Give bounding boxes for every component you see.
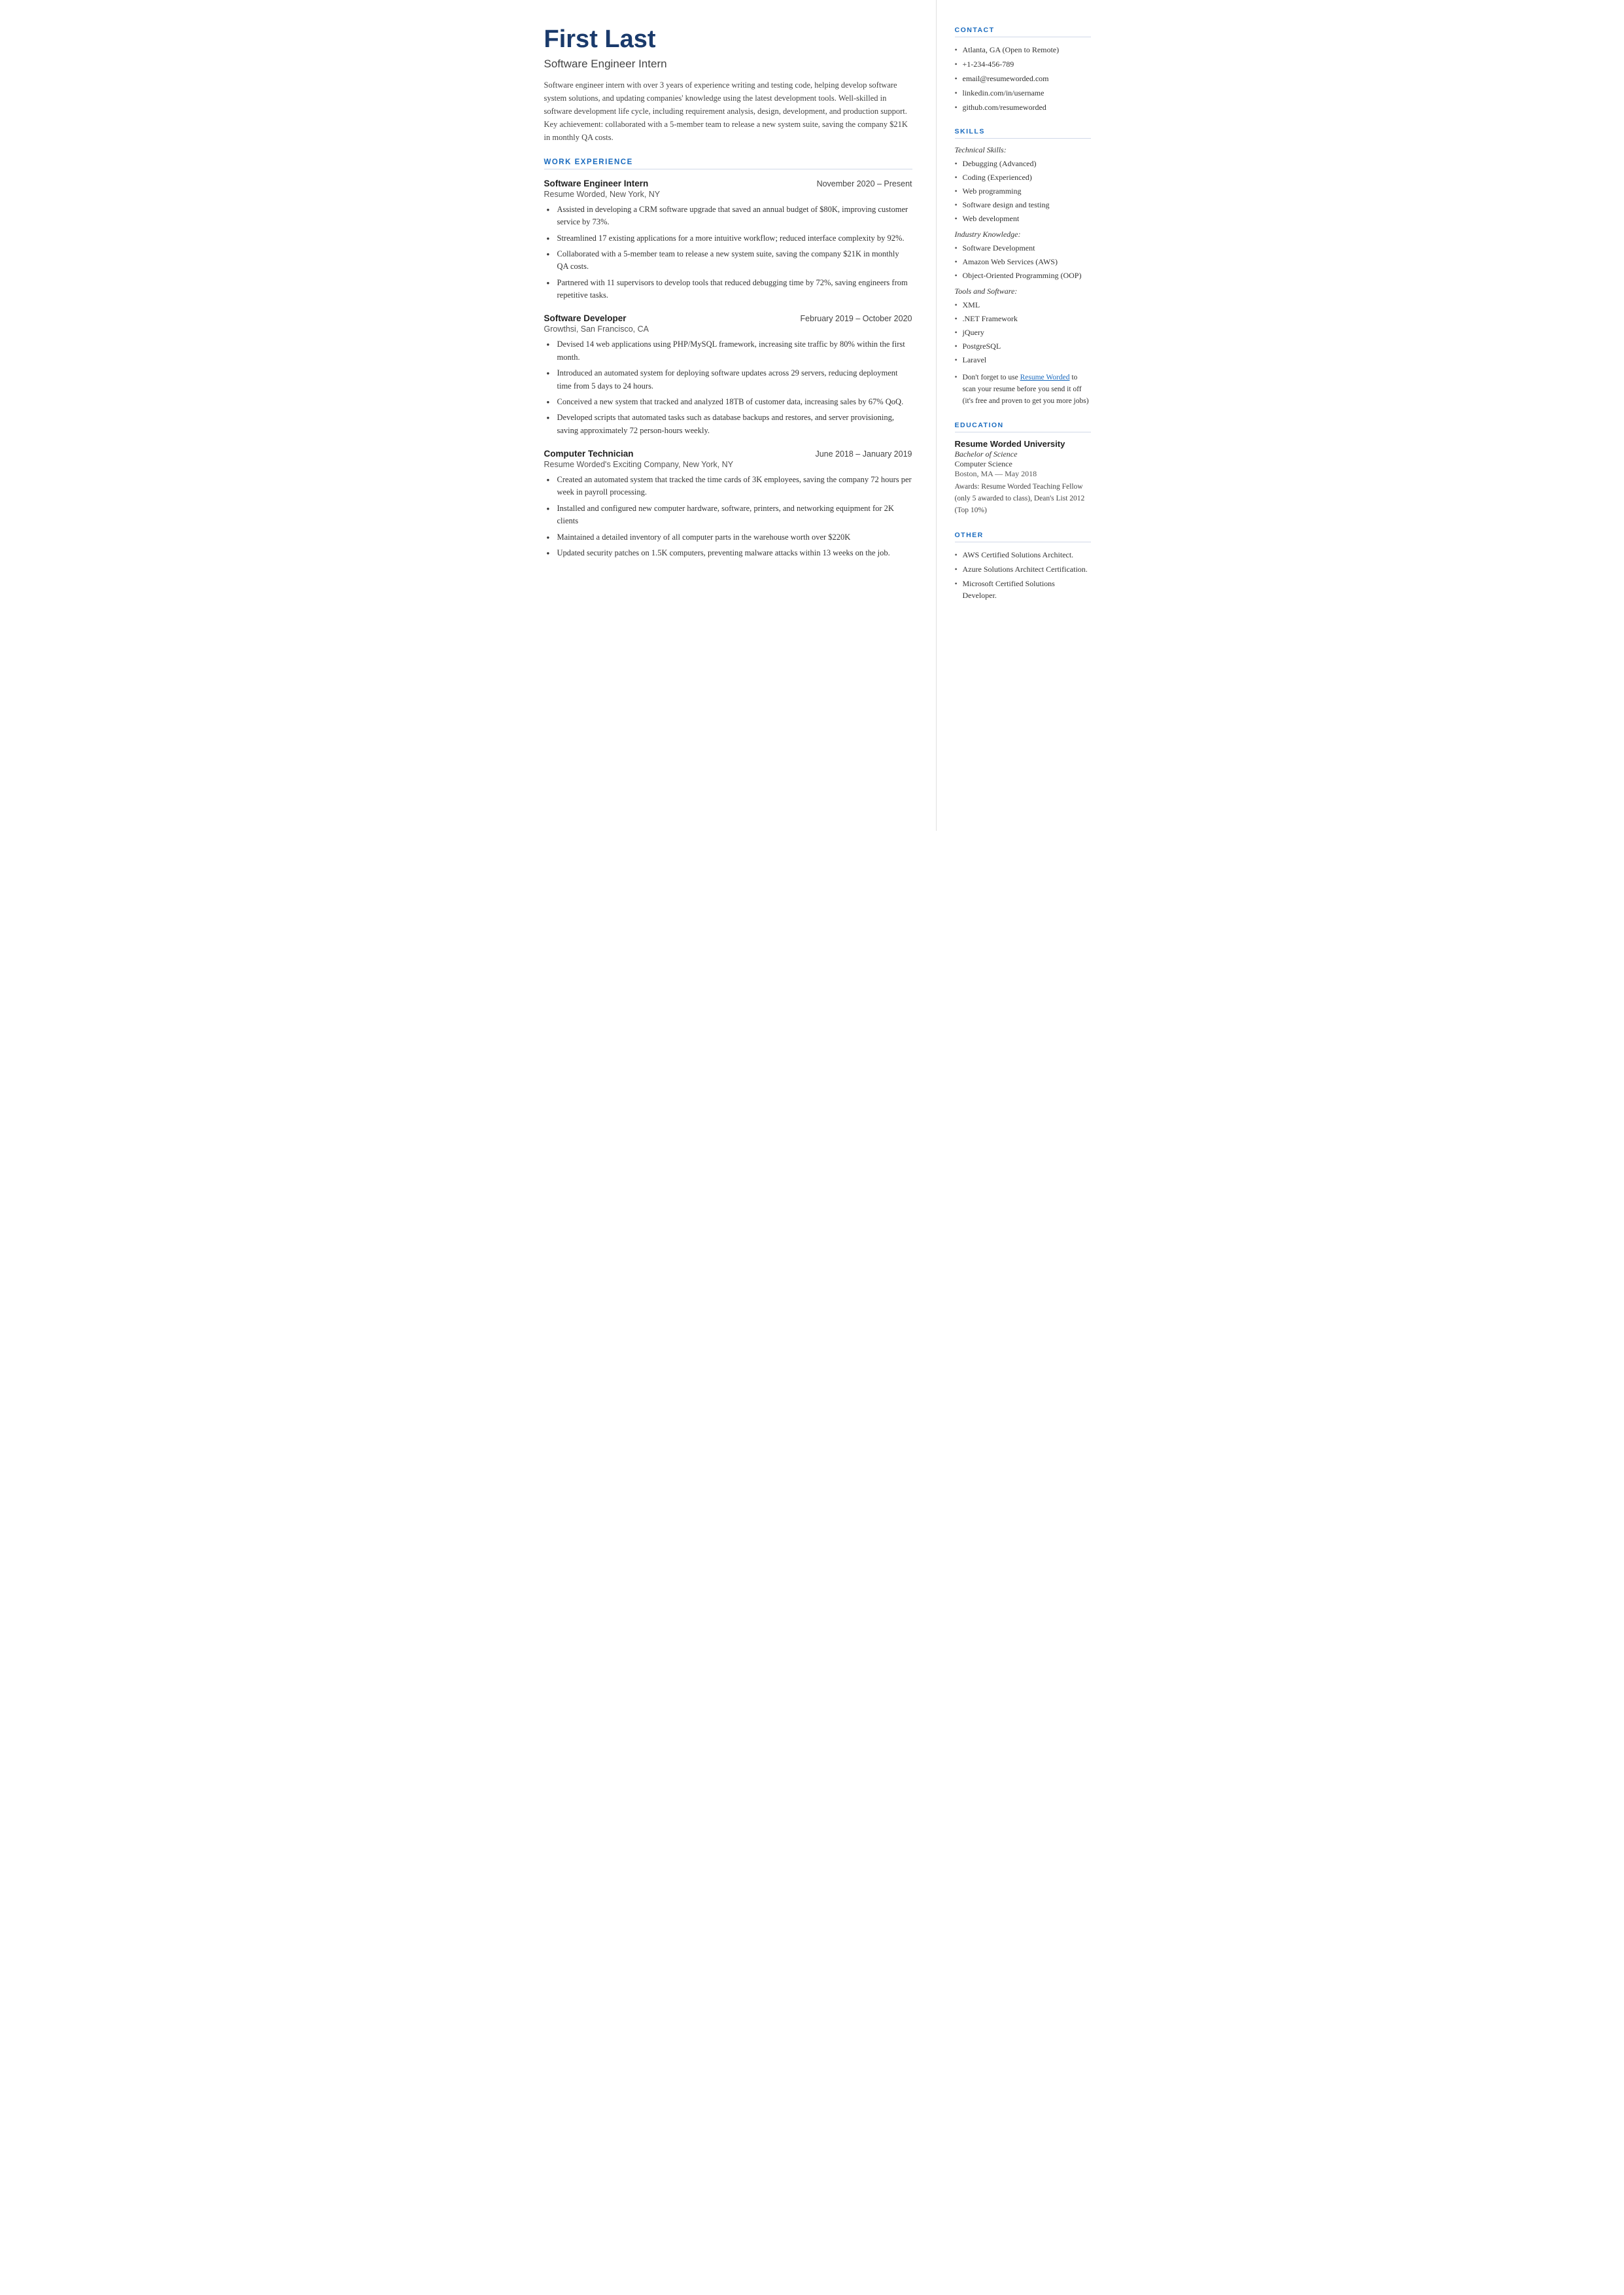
bullet: Collaborated with a 5-member team to rel… [547,248,912,273]
contact-location: Atlanta, GA (Open to Remote) [955,44,1091,56]
bullet: Introduced an automated system for deplo… [547,367,912,393]
work-experience-section: WORK EXPERIENCE Software Engineer Intern… [544,158,912,560]
skills-header: SKILLS [955,128,1091,139]
edu-location: Boston, MA — May 2018 [955,469,1091,479]
contact-email: email@resumeworded.com [955,73,1091,84]
skill-item: Debugging (Advanced) [955,158,1091,169]
bullet: Partnered with 11 supervisors to develop… [547,277,912,302]
contact-header: CONTACT [955,26,1091,37]
bullet: Updated security patches on 1.5K compute… [547,547,912,559]
edu-awards: Awards: Resume Worded Teaching Fellow (o… [955,482,1091,516]
bullet: Maintained a detailed inventory of all c… [547,531,912,544]
job-block-2: Software Developer February 2019 – Octob… [544,313,912,437]
header-section: First Last Software Engineer Intern Soft… [544,26,912,144]
right-column: CONTACT Atlanta, GA (Open to Remote) +1-… [937,0,1107,831]
skill-item: PostgreSQL [955,340,1091,352]
job-dates-3: June 2018 – January 2019 [815,449,912,459]
job-block-3: Computer Technician June 2018 – January … [544,449,912,559]
resume-worded-link[interactable]: Resume Worded [1020,374,1070,381]
left-column: First Last Software Engineer Intern Soft… [518,0,937,831]
job-dates-1: November 2020 – Present [817,179,912,188]
tools-software-label: Tools and Software: [955,287,1091,296]
job-block-1: Software Engineer Intern November 2020 –… [544,179,912,302]
bullet: Installed and configured new computer ha… [547,502,912,528]
education-section: EDUCATION Resume Worded University Bache… [955,421,1091,516]
skill-item: Object-Oriented Programming (OOP) [955,270,1091,281]
job-title-1: Software Engineer Intern [544,179,649,188]
skills-note-text: Don't forget to use [963,374,1020,381]
skill-item: Laravel [955,354,1091,366]
candidate-summary: Software engineer intern with over 3 yea… [544,79,912,144]
other-section: OTHER AWS Certified Solutions Architect.… [955,531,1091,601]
job-title-2: Software Developer [544,313,627,323]
job-title-3: Computer Technician [544,449,634,459]
work-experience-header: WORK EXPERIENCE [544,158,912,169]
other-list: AWS Certified Solutions Architect. Azure… [955,549,1091,601]
industry-knowledge-label: Industry Knowledge: [955,230,1091,239]
job-header-1: Software Engineer Intern November 2020 –… [544,179,912,188]
technical-skills-label: Technical Skills: [955,145,1091,155]
skill-item: Coding (Experienced) [955,171,1091,183]
edu-degree: Bachelor of Science [955,449,1091,459]
skill-item: Software Development [955,242,1091,254]
bullet: Developed scripts that automated tasks s… [547,412,912,437]
skill-item: Software design and testing [955,199,1091,211]
job-header-3: Computer Technician June 2018 – January … [544,449,912,459]
resume-page: First Last Software Engineer Intern Soft… [518,0,1107,831]
edu-field: Computer Science [955,459,1091,469]
edu-school: Resume Worded University [955,439,1091,449]
other-item: Microsoft Certified Solutions Developer. [955,578,1091,601]
contact-phone: +1-234-456-789 [955,58,1091,70]
job-bullets-2: Devised 14 web applications using PHP/My… [544,338,912,437]
other-header: OTHER [955,531,1091,542]
bullet: Conceived a new system that tracked and … [547,396,912,408]
job-bullets-3: Created an automated system that tracked… [544,474,912,559]
bullet: Created an automated system that tracked… [547,474,912,499]
tools-skills-list: XML .NET Framework jQuery PostgreSQL Lar… [955,299,1091,366]
contact-list: Atlanta, GA (Open to Remote) +1-234-456-… [955,44,1091,113]
candidate-name: First Last [544,26,912,54]
skill-item: .NET Framework [955,313,1091,324]
industry-skills-list: Software Development Amazon Web Services… [955,242,1091,281]
job-company-2: Growthsi, San Francisco, CA [544,324,912,334]
skills-section: SKILLS Technical Skills: Debugging (Adva… [955,128,1091,407]
job-company-1: Resume Worded, New York, NY [544,190,912,199]
job-company-3: Resume Worded's Exciting Company, New Yo… [544,460,912,469]
contact-section: CONTACT Atlanta, GA (Open to Remote) +1-… [955,26,1091,113]
job-header-2: Software Developer February 2019 – Octob… [544,313,912,323]
skill-item: Amazon Web Services (AWS) [955,256,1091,268]
bullet: Assisted in developing a CRM software up… [547,203,912,229]
technical-skills-list: Debugging (Advanced) Coding (Experienced… [955,158,1091,224]
job-bullets-1: Assisted in developing a CRM software up… [544,203,912,302]
contact-linkedin: linkedin.com/in/username [955,87,1091,99]
contact-github: github.com/resumeworded [955,101,1091,113]
bullet: Devised 14 web applications using PHP/My… [547,338,912,364]
education-header: EDUCATION [955,421,1091,432]
edu-block: Resume Worded University Bachelor of Sci… [955,439,1091,516]
skill-item: Web programming [955,185,1091,197]
candidate-title: Software Engineer Intern [544,58,912,71]
other-item: AWS Certified Solutions Architect. [955,549,1091,561]
skill-item: jQuery [955,326,1091,338]
skill-item: XML [955,299,1091,311]
bullet: Streamlined 17 existing applications for… [547,232,912,245]
job-dates-2: February 2019 – October 2020 [801,314,912,323]
other-item: Azure Solutions Architect Certification. [955,563,1091,575]
skill-item: Web development [955,213,1091,224]
skills-note: Don't forget to use Resume Worded to sca… [955,372,1091,407]
